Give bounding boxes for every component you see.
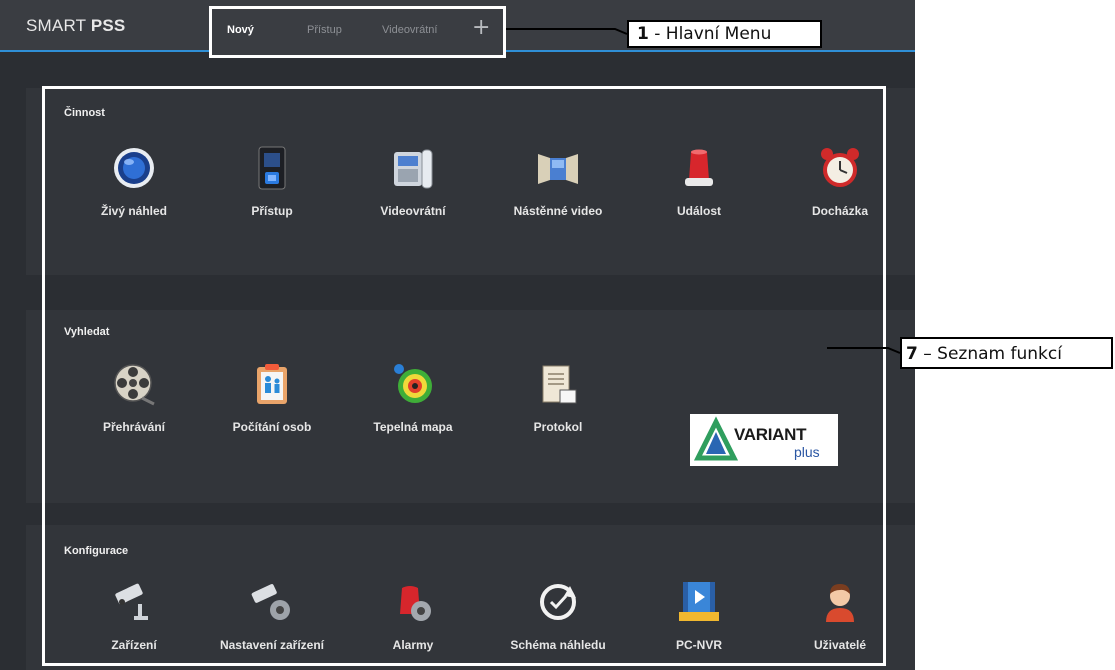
callout-number: 1 bbox=[637, 24, 649, 44]
function-list-highlight bbox=[42, 86, 886, 666]
add-tab-button[interactable]: + bbox=[472, 17, 490, 39]
tab-videovratni[interactable]: Videovrátní bbox=[382, 24, 437, 36]
callout-number: 7 bbox=[906, 344, 918, 364]
tab-pristup[interactable]: Přístup bbox=[307, 24, 342, 36]
brand-bold: PSS bbox=[90, 16, 126, 35]
callout-function-list: 7 – Seznam funkcí bbox=[900, 337, 1113, 369]
tab-novy[interactable]: Nový bbox=[227, 24, 254, 36]
brand-light: SMART bbox=[26, 16, 91, 35]
smart-pss-window: SMART PSS Činnost Živý náhled Přístup Vi… bbox=[0, 0, 915, 670]
callout-main-menu: 1 - Hlavní Menu bbox=[627, 20, 822, 48]
app-brand: SMART PSS bbox=[26, 16, 125, 36]
main-menu-tabs: Nový Přístup Videovrátní + bbox=[209, 6, 506, 58]
callout-text: – Seznam funkcí bbox=[917, 344, 1062, 364]
callout-text: - Hlavní Menu bbox=[648, 24, 772, 44]
